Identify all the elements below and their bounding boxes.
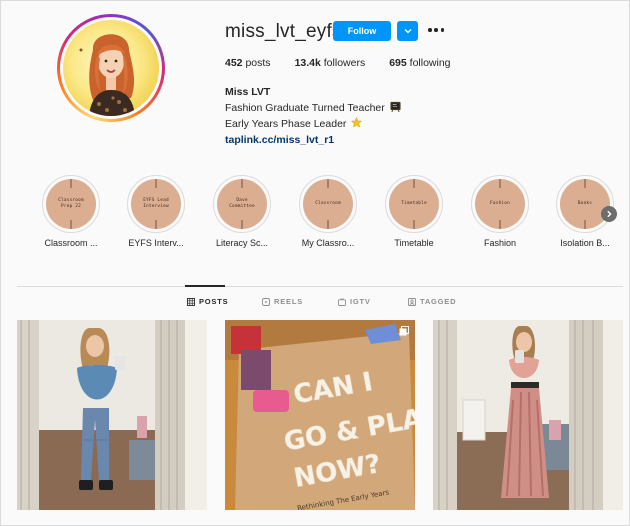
highlight-cover: Timetable xyxy=(389,179,439,229)
suggested-dropdown-button[interactable] xyxy=(397,21,418,41)
profile-bio: Miss LVT Fashion Graduate Turned Teacher… xyxy=(225,84,401,148)
highlight-cover: Classroom xyxy=(303,179,353,229)
avatar-drawing xyxy=(79,34,135,116)
highlights-next-button[interactable] xyxy=(601,206,617,222)
bio-line-1-text: Fashion Graduate Turned Teacher xyxy=(225,102,385,114)
bio-line-1: Fashion Graduate Turned Teacher xyxy=(225,100,401,116)
highlight-item[interactable]: Classroom Prep 22 Classroom ... xyxy=(29,175,113,248)
chalkboard-emoji-icon xyxy=(390,101,401,112)
profile-full-name: Miss LVT xyxy=(225,86,271,98)
post-image-book: CAN I GO & PLAY NOW? Rethinking The Earl… xyxy=(225,320,415,510)
tab-tagged[interactable]: TAGGED xyxy=(408,297,456,306)
stat-following-label: following xyxy=(409,57,451,69)
bio-line-2-text: Early Years Phase Leader xyxy=(225,118,347,130)
grid-icon xyxy=(187,297,195,306)
igtv-icon xyxy=(338,297,346,306)
highlight-label: My Classro... xyxy=(301,238,355,248)
tabs-divider xyxy=(17,286,623,287)
highlight-cover-text: Classroom xyxy=(315,201,341,206)
chevron-right-icon xyxy=(607,210,612,218)
highlight-cover-ring: Books xyxy=(556,175,614,233)
post-image-mirror-selfie xyxy=(17,320,207,510)
highlight-label: EYFS Interv... xyxy=(128,238,184,248)
highlight-cover-ring: Dave Committee xyxy=(213,175,271,233)
post-thumbnail[interactable] xyxy=(433,320,623,510)
stat-following-count: 695 xyxy=(389,57,407,69)
post-image-mirror-selfie xyxy=(433,320,623,510)
highlight-item[interactable]: Classroom My Classro... xyxy=(286,175,370,248)
tab-tagged-label: TAGGED xyxy=(420,297,457,306)
profile-avatar[interactable] xyxy=(57,14,165,122)
stat-followers[interactable]: 13.4k followers xyxy=(295,57,366,69)
highlight-cover-text: Books xyxy=(577,201,593,206)
reels-icon xyxy=(262,297,270,306)
post-thumbnail[interactable]: CAN I GO & PLAY NOW? Rethinking The Earl… xyxy=(225,320,415,510)
tab-reels-label: REELS xyxy=(274,297,304,306)
tab-reels[interactable]: REELS xyxy=(262,297,303,306)
tab-posts-label: POSTS xyxy=(199,297,229,306)
profile-username: miss_lvt_eyfs xyxy=(225,21,342,42)
highlight-cover-ring: Fashion xyxy=(471,175,529,233)
highlight-cover-text: Classroom Prep 22 xyxy=(58,198,84,209)
highlight-item[interactable]: Fashion Fashion xyxy=(458,175,542,248)
profile-stats: 452 posts 13.4k followers 695 following xyxy=(225,57,475,69)
highlight-label: Literacy Sc... xyxy=(215,238,269,248)
highlight-cover-text: EYFS Lead Interview xyxy=(143,198,169,209)
highlight-cover: Books xyxy=(560,179,610,229)
highlight-cover-ring: Timetable xyxy=(385,175,443,233)
multiple-images-icon xyxy=(399,326,409,336)
highlight-cover: Fashion xyxy=(475,179,525,229)
tab-posts[interactable]: POSTS xyxy=(187,297,228,306)
highlight-label: Fashion xyxy=(483,238,517,248)
stat-followers-count: 13.4k xyxy=(294,57,321,69)
highlight-label: Isolation B... xyxy=(560,238,610,248)
highlight-item[interactable]: EYFS Lead Interview EYFS Interv... xyxy=(114,175,198,248)
avatar-illustration xyxy=(63,20,159,116)
tagged-icon xyxy=(408,297,416,306)
tab-igtv[interactable]: IGTV xyxy=(338,297,371,306)
highlight-cover-text: Dave Committee xyxy=(229,198,255,209)
highlight-cover: Classroom Prep 22 xyxy=(46,179,96,229)
post-thumbnail[interactable] xyxy=(17,320,207,510)
tab-igtv-label: IGTV xyxy=(350,297,371,306)
highlight-cover-ring: EYFS Lead Interview xyxy=(127,175,185,233)
star-emoji-icon xyxy=(351,117,363,128)
stat-posts-count: 452 xyxy=(225,57,243,69)
highlight-cover: EYFS Lead Interview xyxy=(131,179,181,229)
active-tab-indicator xyxy=(185,285,225,287)
highlight-label: Timetable xyxy=(394,238,434,248)
stat-following[interactable]: 695 following xyxy=(389,57,450,69)
profile-link[interactable]: taplink.cc/miss_lvt_r1 xyxy=(225,132,401,148)
highlight-label: Classroom ... xyxy=(44,238,98,248)
highlight-cover-text: Timetable xyxy=(401,201,427,206)
avatar-gap xyxy=(60,17,162,119)
stat-followers-label: followers xyxy=(323,57,366,69)
highlight-cover-text: Fashion xyxy=(490,201,510,206)
highlight-cover: Dave Committee xyxy=(217,179,267,229)
more-options-icon[interactable] xyxy=(428,23,444,37)
highlight-cover-ring: Classroom Prep 22 xyxy=(42,175,100,233)
stat-posts-label: posts xyxy=(245,57,271,69)
highlight-item[interactable]: Timetable Timetable xyxy=(372,175,456,248)
highlight-item[interactable]: Dave Committee Literacy Sc... xyxy=(200,175,284,248)
highlight-cover-ring: Classroom xyxy=(299,175,357,233)
follow-button[interactable]: Follow xyxy=(333,21,391,41)
stat-posts: 452 posts xyxy=(225,57,271,69)
chevron-down-icon xyxy=(404,29,411,34)
bio-line-2: Early Years Phase Leader xyxy=(225,116,401,132)
